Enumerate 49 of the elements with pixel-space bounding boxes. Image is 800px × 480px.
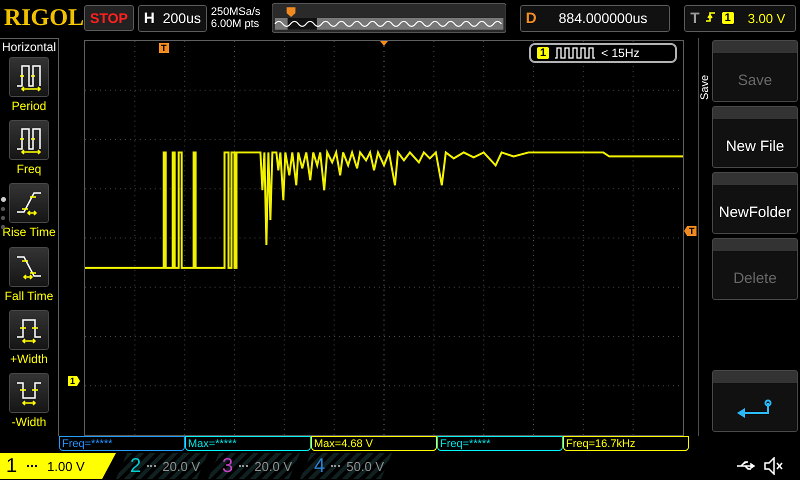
speaker-muted-icon (764, 457, 784, 475)
measure-label: Rise Time (2, 225, 56, 240)
channel-tab[interactable]: 1 1.00 V (0, 453, 116, 479)
measure-label: +Width (10, 352, 48, 366)
measurement-readout: Max=***** (185, 436, 311, 451)
measure-button[interactable] (9, 120, 49, 160)
channel-tab[interactable]: 2 20.0 V (116, 453, 208, 479)
timebase-label: H (144, 10, 155, 26)
delay-value: 884.000000us (558, 10, 648, 26)
channel-tab[interactable]: 3 20.0 V (208, 453, 300, 479)
timebase-panel[interactable]: H 200us (138, 4, 207, 32)
pulse-train-icon (555, 47, 596, 59)
memory-depth: 6.00M pts (210, 18, 260, 30)
measure-button[interactable] (9, 310, 49, 350)
measure-button[interactable] (9, 57, 49, 97)
measure-button[interactable] (9, 183, 49, 224)
trigger-label: T (690, 10, 700, 26)
return-button[interactable] (712, 370, 798, 432)
delay-panel[interactable]: D 884.000000us (520, 4, 670, 32)
measure-button[interactable] (9, 246, 49, 287)
timebase-value: 200us (162, 10, 201, 26)
trigger-frequency: < 15Hz (601, 46, 640, 60)
measure-label: -Width (12, 414, 46, 429)
run-stop-button[interactable]: STOP (84, 5, 134, 31)
measurement-readout: Freq=16.7kHz (563, 436, 689, 451)
center-marker-icon (380, 41, 388, 46)
menu-title: Save (699, 74, 712, 100)
delay-label: D (526, 10, 537, 26)
channel-tab[interactable]: 4 50.0 V (300, 453, 392, 479)
trigger-panel[interactable]: T 1 3.00 V (684, 4, 796, 32)
measurement-readout: Max=4.68 V (311, 436, 437, 451)
measurement-readout: Freq=***** (437, 436, 563, 451)
trigger-channel-badge: 1 (722, 12, 734, 24)
channel-marker: 1 (68, 376, 80, 386)
measure-button[interactable] (9, 372, 49, 413)
usb-icon (736, 459, 758, 473)
channel-badge: 1 (537, 47, 550, 59)
measure-label: Fall Time (4, 288, 54, 303)
trigger-level: 3.00 V (748, 10, 786, 26)
sample-rate: 250MSa/s (210, 6, 262, 18)
menu-button[interactable]: NewFolder (712, 172, 798, 234)
menu-button[interactable]: New File (712, 106, 798, 168)
rising-edge-icon (706, 11, 716, 25)
measure-label: Period (12, 99, 46, 113)
trigger-position-marker: T (159, 43, 168, 53)
trigger-level-marker: T (684, 226, 696, 236)
measure-label: Freq (16, 162, 42, 176)
measurement-readout: Freq=***** (59, 436, 185, 451)
menu-title: Horizontal (2, 40, 56, 54)
